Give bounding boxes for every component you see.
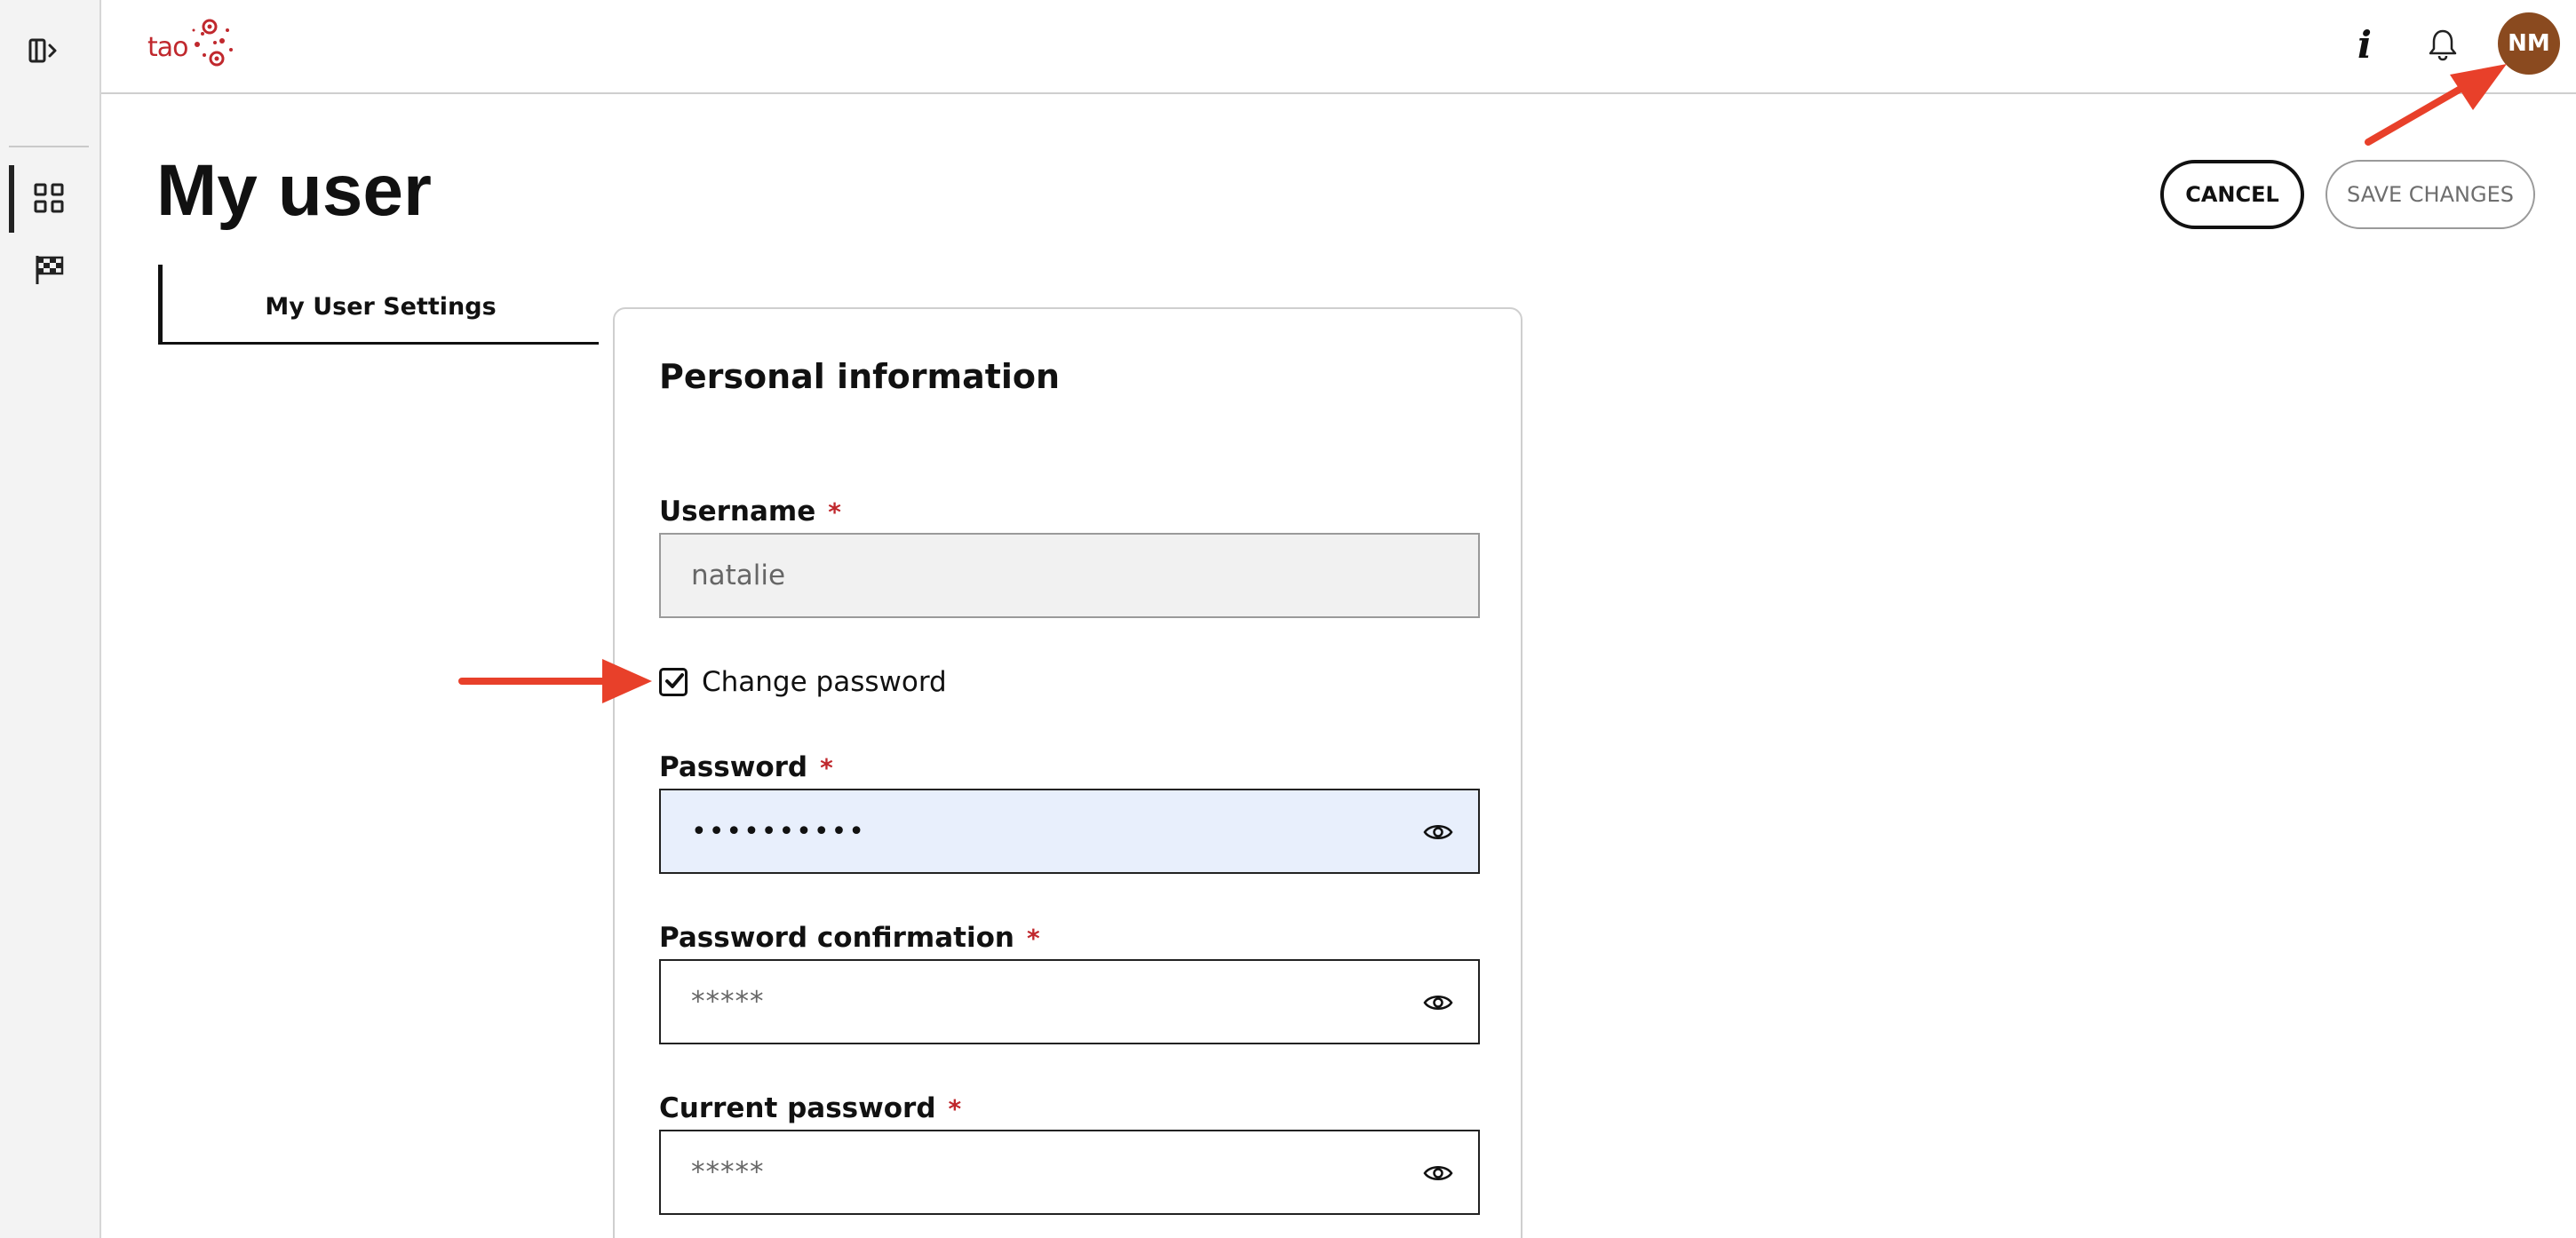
change-password-label: Change password xyxy=(702,666,947,698)
rail-item-dashboard[interactable] xyxy=(9,165,92,233)
eye-icon[interactable] xyxy=(1423,993,1453,1012)
password-confirmation-label: Password confirmation * xyxy=(659,922,1040,954)
left-rail xyxy=(0,0,101,1238)
change-password-row[interactable]: Change password xyxy=(659,664,947,700)
cancel-button[interactable]: CANCEL xyxy=(2160,160,2304,229)
username-label-text: Username xyxy=(659,496,816,528)
username-value: natalie xyxy=(691,559,786,591)
info-glyph: i xyxy=(2357,22,2372,67)
password-label: Password * xyxy=(659,751,833,783)
tab-my-user-settings[interactable]: My User Settings xyxy=(158,265,599,345)
tab-label: My User Settings xyxy=(265,293,497,321)
change-password-checkbox[interactable] xyxy=(659,668,688,696)
eye-icon[interactable] xyxy=(1423,822,1453,842)
user-avatar[interactable]: NM xyxy=(2498,12,2560,75)
page-title: My user xyxy=(156,150,432,231)
password-input[interactable]: •••••••••• xyxy=(659,789,1480,874)
username-label: Username * xyxy=(659,496,841,528)
password-label-text: Password xyxy=(659,751,808,783)
eye-icon[interactable] xyxy=(1423,1163,1453,1183)
current-password-label-text: Current password xyxy=(659,1092,936,1124)
password-confirmation-label-text: Password confirmation xyxy=(659,922,1014,954)
personal-information-card: Personal information Username * natalie C… xyxy=(613,307,1523,1238)
grid-icon xyxy=(34,183,64,213)
sidebar-toggle-icon[interactable] xyxy=(27,36,62,66)
logo-text: tao xyxy=(147,32,189,63)
current-password-label: Current password * xyxy=(659,1092,961,1124)
tao-logo[interactable]: tao xyxy=(146,16,235,71)
current-password-input[interactable]: ***** xyxy=(659,1130,1480,1215)
checkered-flag-icon xyxy=(36,256,64,284)
rail-divider xyxy=(9,146,89,147)
required-marker: * xyxy=(1026,924,1040,953)
checkmark-icon xyxy=(665,673,684,688)
password-value: •••••••••• xyxy=(691,815,866,847)
avatar-initials: NM xyxy=(2508,30,2550,57)
password-confirmation-placeholder: ***** xyxy=(691,986,765,1018)
save-changes-button[interactable]: SAVE CHANGES xyxy=(2326,160,2535,229)
logo-dots-icon xyxy=(192,19,233,67)
required-marker: * xyxy=(948,1094,962,1123)
required-marker: * xyxy=(820,753,833,782)
rail-item-results[interactable] xyxy=(9,236,92,304)
required-marker: * xyxy=(828,497,841,527)
bell-icon[interactable] xyxy=(2420,21,2466,67)
current-password-placeholder: ***** xyxy=(691,1156,765,1188)
section-title: Personal information xyxy=(659,357,1061,396)
password-confirmation-input[interactable]: ***** xyxy=(659,959,1480,1044)
info-icon[interactable]: i xyxy=(2341,21,2388,67)
top-bar: tao i NM xyxy=(101,0,2576,94)
username-field: natalie xyxy=(659,533,1480,618)
